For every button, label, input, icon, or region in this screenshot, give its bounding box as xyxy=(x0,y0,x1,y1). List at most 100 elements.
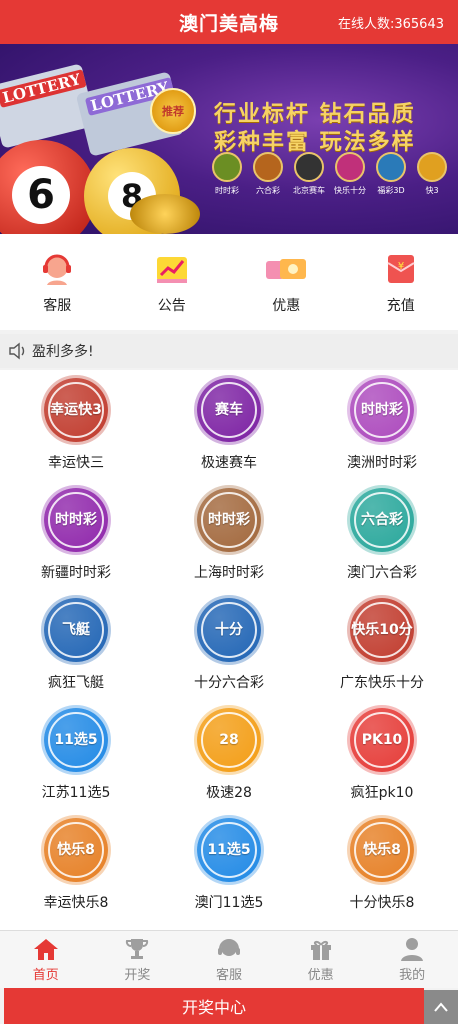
marquee-text: 盈利多多! xyxy=(32,344,94,360)
game-logo-text: 六合彩 xyxy=(361,511,403,528)
quicknav-label: 客服 xyxy=(43,298,72,314)
game-item[interactable]: 十分 十分六合彩 xyxy=(153,592,305,702)
customer-service-icon xyxy=(35,249,79,289)
category-label: 快3 xyxy=(425,186,439,195)
game-item[interactable]: 时时彩 上海时时彩 xyxy=(153,482,305,592)
game-name: 澳门11选5 xyxy=(194,895,264,911)
app-header: 澳门美高梅 在线人数:365643 xyxy=(0,0,458,44)
game-name: 极速28 xyxy=(206,785,252,801)
game-logo-icon: 时时彩 xyxy=(197,488,261,552)
tab-label: 首页 xyxy=(32,968,59,983)
quicknav-recharge[interactable]: ¥ 充值 xyxy=(344,234,458,330)
quicknav-label: 优惠 xyxy=(272,298,301,314)
category-label: 北京赛车 xyxy=(293,186,325,195)
quick-nav: 客服 公告 优惠 ¥ 充值 xyxy=(0,234,458,330)
game-logo-icon: PK10 xyxy=(350,708,414,772)
game-name: 疯狂pk10 xyxy=(350,785,414,801)
game-name: 广东快乐十分 xyxy=(340,675,424,691)
game-logo-text: 幸运快3 xyxy=(50,401,102,418)
game-item[interactable]: 赛车 极速赛车 xyxy=(153,372,305,482)
promo-banner[interactable]: LOTTERY LOTTERY 推荐 6 8 行业标杆 钻石品质 彩种丰富 玩法… xyxy=(0,44,458,234)
quicknav-customer-service[interactable]: 客服 xyxy=(0,234,115,330)
tab-label: 优惠 xyxy=(307,968,334,983)
game-name: 上海时时彩 xyxy=(194,565,264,581)
user-icon xyxy=(399,936,425,962)
promotion-icon xyxy=(264,249,308,289)
quicknav-announcement[interactable]: 公告 xyxy=(115,234,230,330)
game-item[interactable]: 六合彩 澳门六合彩 xyxy=(306,482,458,592)
category-badge-icon xyxy=(294,152,324,182)
banner-category: 快3 xyxy=(415,152,449,196)
game-logo-icon: 六合彩 xyxy=(350,488,414,552)
game-name: 幸运快乐8 xyxy=(43,895,109,911)
game-logo-text: 快乐10分 xyxy=(351,621,413,638)
game-item[interactable]: 11选5 江苏11选5 xyxy=(0,702,152,812)
bottom-tab-bar: 首页 开奖 客服 优惠 我的 xyxy=(0,930,458,988)
game-logo-icon: 快乐8 xyxy=(350,818,414,882)
game-item[interactable]: 快乐8 幸运快乐8 xyxy=(0,812,152,922)
game-item[interactable]: 时时彩 新疆时时彩 xyxy=(0,482,152,592)
tab-promotion[interactable]: 优惠 xyxy=(275,931,367,988)
category-label: 福彩3D xyxy=(377,186,405,195)
game-logo-icon: 11选5 xyxy=(197,818,261,882)
lottery-ball: 6 xyxy=(0,140,96,234)
game-name: 十分快乐8 xyxy=(349,895,415,911)
quicknav-promotion[interactable]: 优惠 xyxy=(229,234,344,330)
category-label: 六合彩 xyxy=(256,186,280,195)
banner-category: 北京赛车 xyxy=(292,152,326,196)
category-badge-icon xyxy=(212,152,242,182)
category-label: 快乐十分 xyxy=(334,186,366,195)
headset-icon xyxy=(216,936,242,962)
game-name: 新疆时时彩 xyxy=(41,565,111,581)
game-name: 幸运快三 xyxy=(48,455,104,471)
game-logo-icon: 十分 xyxy=(197,598,261,662)
home-icon xyxy=(33,936,59,962)
tab-label: 客服 xyxy=(215,968,242,983)
game-logo-text: 快乐8 xyxy=(57,841,95,858)
banner-category-row: 时时彩 六合彩 北京赛车 快乐十分 福彩3D 快3 xyxy=(210,152,449,196)
game-logo-text: 时时彩 xyxy=(361,401,403,418)
game-logo-text: 时时彩 xyxy=(208,511,250,528)
notice-marquee[interactable]: 盈利多多! xyxy=(0,334,458,368)
game-logo-icon: 时时彩 xyxy=(44,488,108,552)
game-item[interactable]: 快乐8 十分快乐8 xyxy=(306,812,458,922)
trophy-icon xyxy=(124,936,150,962)
banner-category: 时时彩 xyxy=(210,152,244,196)
game-logo-icon: 11选5 xyxy=(44,708,108,772)
tab-home[interactable]: 首页 xyxy=(0,931,92,988)
tab-profile[interactable]: 我的 xyxy=(366,931,458,988)
game-item[interactable]: 快乐10分广东快乐十分 xyxy=(306,592,458,702)
game-item[interactable]: 幸运快3 幸运快三 xyxy=(0,372,152,482)
game-item[interactable]: 28 极速28 xyxy=(153,702,305,812)
game-item[interactable]: 11选5 澳门11选5 xyxy=(153,812,305,922)
game-item[interactable]: PK10 疯狂pk10 xyxy=(306,702,458,812)
quicknav-label: 公告 xyxy=(157,298,186,314)
tab-service[interactable]: 客服 xyxy=(183,931,275,988)
game-logo-icon: 赛车 xyxy=(197,378,261,442)
game-name: 十分六合彩 xyxy=(194,675,264,691)
speaker-icon xyxy=(9,342,25,360)
category-badge-icon xyxy=(335,152,365,182)
game-name: 江苏11选5 xyxy=(41,785,111,801)
banner-category: 福彩3D xyxy=(374,152,408,196)
svg-text:¥: ¥ xyxy=(398,261,404,272)
online-count: 在线人数:365643 xyxy=(337,17,444,32)
tab-draw[interactable]: 开奖 xyxy=(92,931,184,988)
chevron-up-icon[interactable] xyxy=(424,990,458,1024)
game-logo-text: 11选5 xyxy=(54,731,98,748)
game-item[interactable]: 飞艇 疯狂飞艇 xyxy=(0,592,152,702)
gift-icon xyxy=(308,936,334,962)
game-logo-text: 时时彩 xyxy=(55,511,97,528)
tab-label: 开奖 xyxy=(124,968,151,983)
game-logo-icon: 幸运快3 xyxy=(44,378,108,442)
game-name: 澳门六合彩 xyxy=(347,565,417,581)
game-logo-icon: 飞艇 xyxy=(44,598,108,662)
game-grid: 幸运快3 幸运快三 赛车 极速赛车 时时彩 澳洲时时彩 时时彩 新疆时时彩 时时彩 上海时时彩 六合… xyxy=(0,370,458,930)
draw-center-button[interactable]: 开奖中心 xyxy=(4,988,424,1024)
game-item[interactable]: 时时彩 澳洲时时彩 xyxy=(306,372,458,482)
banner-category: 快乐十分 xyxy=(333,152,367,196)
game-logo-text: 快乐8 xyxy=(363,841,401,858)
game-logo-text: 十分 xyxy=(215,621,243,638)
hot-badge: 推荐 xyxy=(150,88,196,134)
recharge-icon: ¥ xyxy=(379,249,423,289)
